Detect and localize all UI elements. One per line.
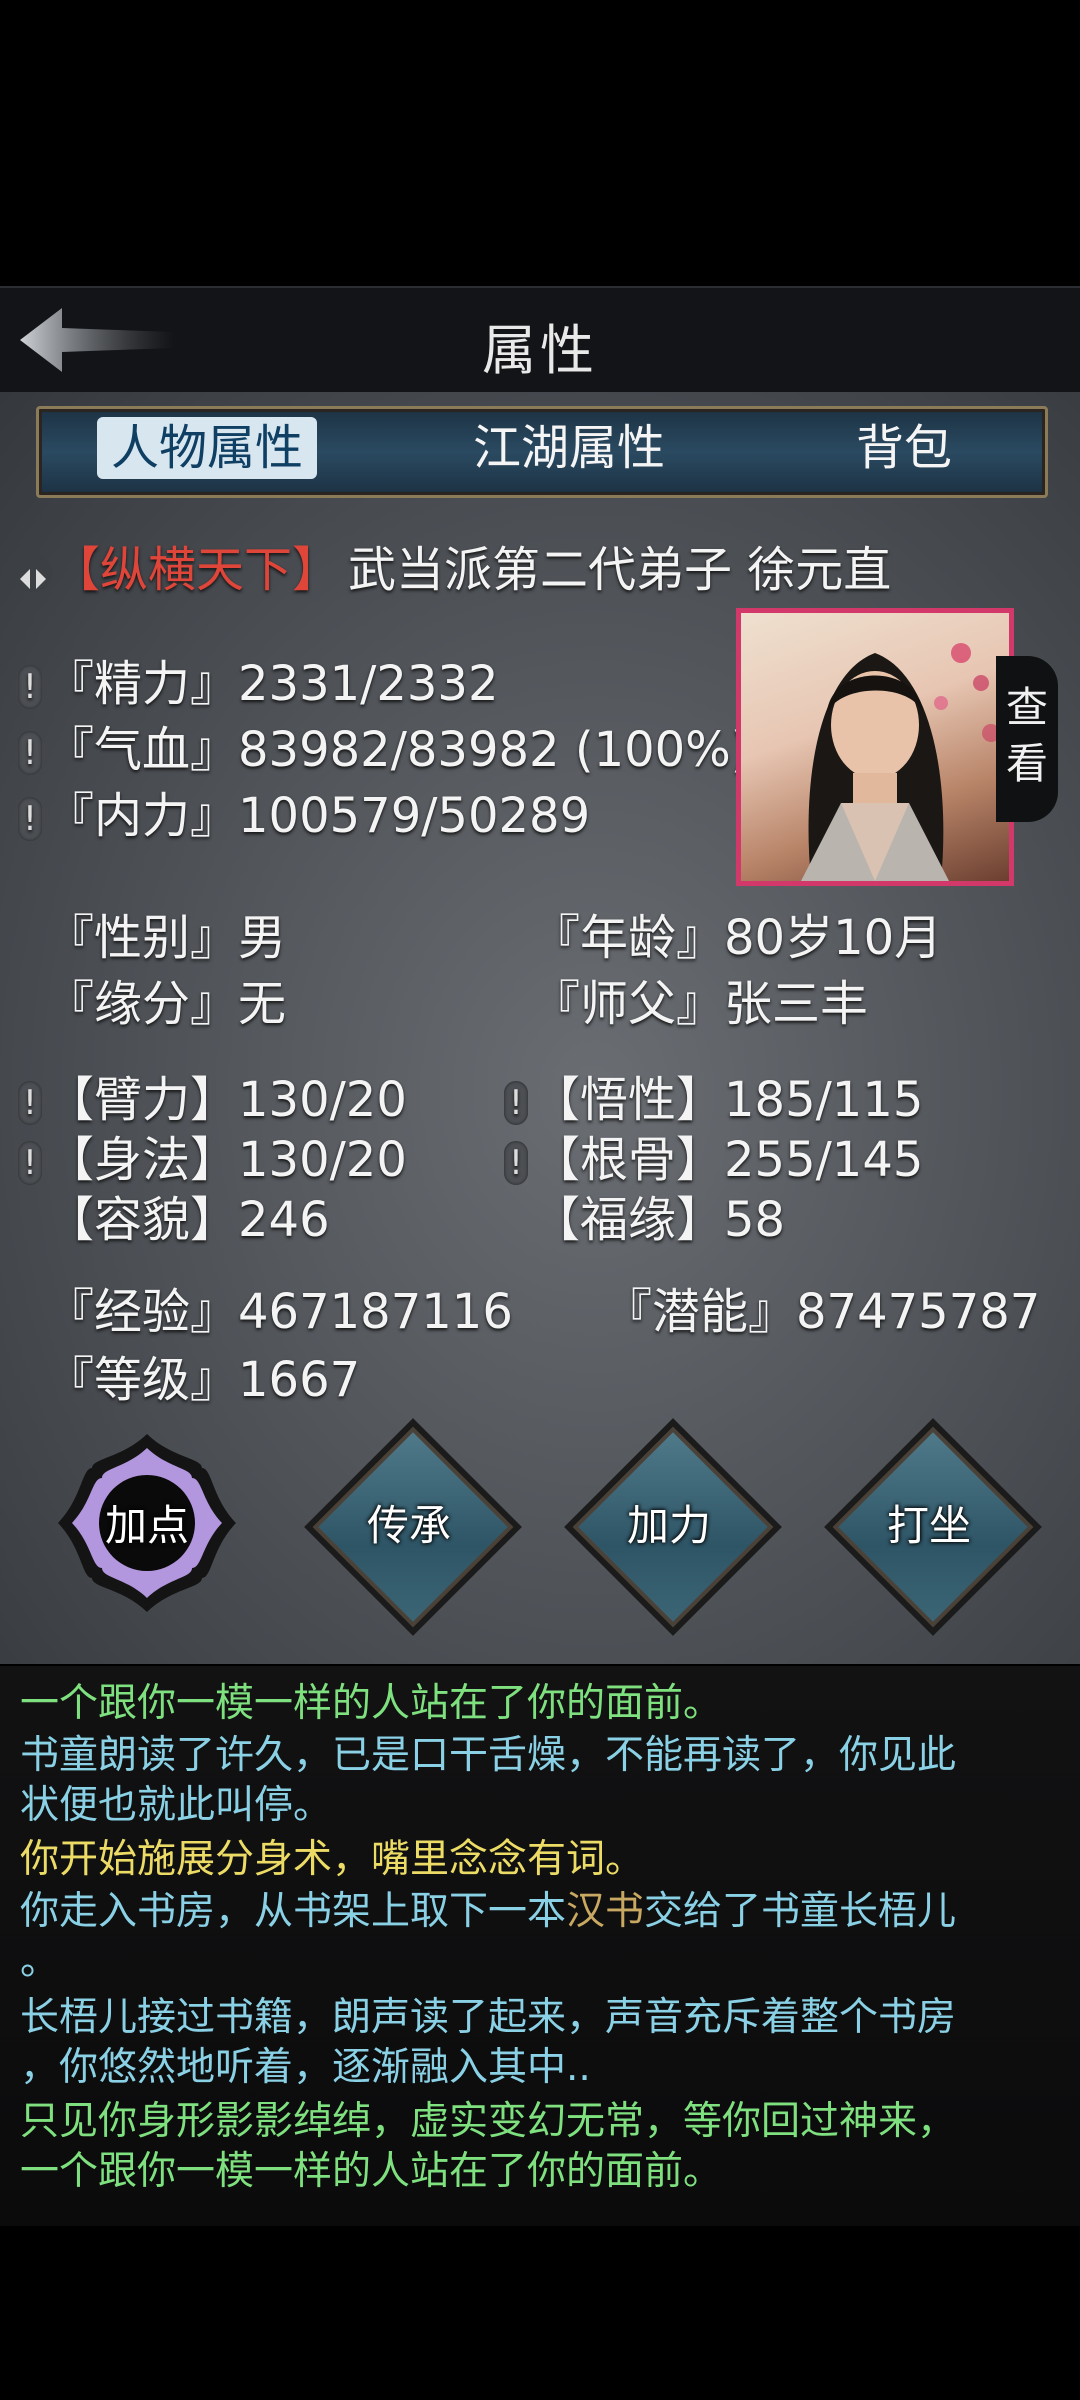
info-value: 张三丰	[724, 976, 869, 1032]
view-portrait-button[interactable]: 查看	[996, 656, 1058, 822]
stat-label: 『经验』	[46, 1284, 239, 1340]
add-points-button[interactable]: 加点	[52, 1428, 242, 1618]
stat-value: 2331/2332	[238, 656, 499, 712]
stat-label: 【容貌】	[46, 1192, 239, 1248]
stat-value: 87475787	[796, 1284, 1041, 1340]
stat-label: 『气血』	[46, 722, 239, 778]
log-line: ，你悠然地听着，逐渐融入其中..	[20, 2045, 591, 2090]
tab-bar: 人物属性 江湖属性 背包	[36, 406, 1048, 498]
info-label: 『年龄』	[532, 910, 725, 966]
top-bar: 属性	[0, 286, 1080, 394]
log-line: 一个跟你一模一样的人站在了你的面前。	[20, 1681, 723, 1726]
tab-character-attributes[interactable]: 人物属性	[97, 417, 317, 479]
info-fate: 『缘分』无	[46, 964, 286, 1034]
info-value: 无	[238, 976, 287, 1032]
log-line: 只见你身形影影绰绰，虚实变幻无常，等你回过神来，	[20, 2099, 957, 2144]
action-label: 传承	[366, 1501, 451, 1550]
log-segment: 你走入书房，从书架上取下一本	[20, 1889, 567, 1934]
stat-value: 467187116	[238, 1284, 513, 1340]
exclamation-icon[interactable]: !	[18, 1141, 42, 1185]
info-label: 『师父』	[532, 976, 725, 1032]
stat-inner-power: ! 『内力』100579/50289	[18, 776, 590, 846]
exclamation-icon[interactable]: !	[18, 797, 42, 841]
info-master: 『师父』张三丰	[532, 964, 868, 1034]
stat-label: 『内力』	[46, 788, 239, 844]
info-age: 『年龄』80岁10月	[532, 898, 942, 968]
stat-label: 『等级』	[46, 1352, 239, 1408]
action-label: 打坐	[886, 1501, 971, 1550]
info-label: 『性别』	[46, 910, 239, 966]
action-label: 加力	[626, 1501, 711, 1550]
stat-potential: 『潜能』87475787	[604, 1272, 1040, 1342]
swap-icon[interactable]	[14, 554, 52, 592]
log-line: 。	[20, 1939, 60, 1984]
stat-label: 『精力』	[46, 656, 239, 712]
character-portrait	[736, 608, 1014, 886]
log-line: 长梧儿接过书籍，朗声读了起来，声音充斥着整个书房	[20, 1995, 957, 2040]
tab-jianghu-attributes[interactable]: 江湖属性	[439, 417, 699, 479]
stat-energy: ! 『精力』2331/2332	[18, 644, 499, 714]
book-name: 汉书	[566, 1889, 645, 1934]
message-log: 一个跟你一模一样的人站在了你的面前。 书童朗读了许久，已是口干舌燥，不能再读了，…	[0, 1666, 1080, 2226]
character-title-tag: 【纵横天下】	[52, 542, 341, 598]
exclamation-icon[interactable]: !	[18, 731, 42, 775]
stat-value: 100579/50289	[238, 788, 591, 844]
inheritance-button[interactable]: 传承	[312, 1426, 514, 1628]
character-title-row: 【纵横天下】	[14, 530, 340, 600]
log-line: 状便也就此叫停。	[20, 1783, 333, 1828]
stat-level: 『等级』1667	[46, 1340, 360, 1410]
exclamation-icon[interactable]: !	[18, 1081, 42, 1125]
stat-health: ! 『气血』83982/83982 (100%)	[18, 710, 750, 780]
exclamation-icon[interactable]: !	[18, 665, 42, 709]
stat-experience: 『经验』467187116	[46, 1272, 513, 1342]
add-power-button[interactable]: 加力	[572, 1426, 774, 1628]
stat-luck: 【福缘】58	[532, 1180, 785, 1250]
attributes-panel: 人物属性 江湖属性 背包 【纵横天下】 武当派第二代弟子 徐元直 ! 『精力』23…	[0, 392, 1080, 1664]
info-value: 80岁10月	[724, 910, 943, 966]
meditate-button[interactable]: 打坐	[832, 1426, 1034, 1628]
log-line: 一个跟你一模一样的人站在了你的面前。	[20, 2149, 723, 2194]
stat-value: 83982/83982 (100%)	[238, 722, 750, 778]
character-description: 武当派第二代弟子 徐元直	[348, 542, 892, 598]
info-label: 『缘分』	[46, 976, 239, 1032]
page-title: 属性	[482, 319, 598, 382]
stat-label: 『潜能』	[604, 1284, 797, 1340]
exclamation-icon[interactable]: !	[504, 1141, 528, 1185]
stat-value: 58	[724, 1192, 786, 1248]
info-value: 男	[238, 910, 287, 966]
stat-value: 246	[238, 1192, 330, 1248]
stat-label: 【福缘】	[532, 1192, 725, 1248]
log-line: 你开始施展分身术，嘴里念念有词。	[20, 1837, 645, 1882]
log-line: 你走入书房，从书架上取下一本汉书交给了书童长梧儿	[20, 1880, 956, 1936]
tab-backpack[interactable]: 背包	[819, 417, 989, 479]
log-segment: 交给了书童长梧儿	[644, 1889, 957, 1934]
stat-looks: 【容貌】246	[46, 1180, 330, 1250]
stat-value: 1667	[238, 1352, 361, 1408]
info-gender: 『性别』男	[46, 898, 286, 968]
log-line: 书童朗读了许久，已是口干舌燥，不能再读了，你见此	[20, 1733, 957, 1778]
exclamation-icon[interactable]: !	[504, 1081, 528, 1125]
action-label: 加点	[104, 1501, 189, 1550]
